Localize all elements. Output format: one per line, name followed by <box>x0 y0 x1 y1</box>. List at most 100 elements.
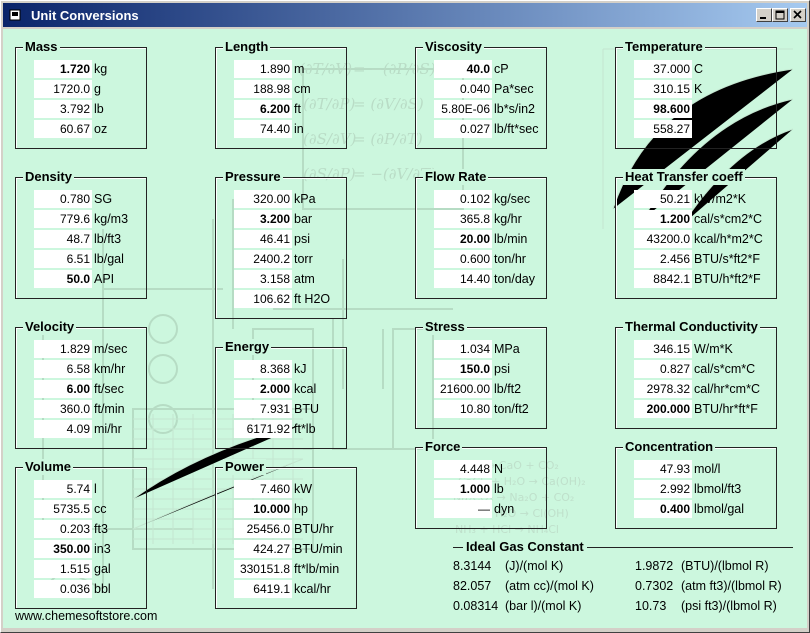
length-value-field[interactable]: 74.40 <box>234 120 292 138</box>
force-value-field[interactable]: 4.448 <box>434 460 492 478</box>
thermal-value-field[interactable]: 0.827 <box>634 360 692 378</box>
heattransfer-unit-label: kW/m2*K <box>694 192 747 206</box>
mass-value-field[interactable]: 1.720 <box>34 60 92 78</box>
velocity-unit-label: ft/sec <box>94 382 124 396</box>
energy-value-field[interactable]: 7.931 <box>234 400 292 418</box>
heattransfer-value-field[interactable]: 2.456 <box>634 250 692 268</box>
flowrate-value-field[interactable]: 14.40 <box>434 270 492 288</box>
temperature-value-field[interactable]: 37.000 <box>634 60 692 78</box>
heattransfer-value-field[interactable]: 1.200 <box>634 210 692 228</box>
force-unit-label: lb <box>494 482 504 496</box>
force-value-field[interactable]: — <box>434 500 492 518</box>
energy-value-field[interactable]: 2.000 <box>234 380 292 398</box>
velocity-value-field[interactable]: 1.829 <box>34 340 92 358</box>
temperature-value-field[interactable]: 98.600 <box>634 100 692 118</box>
viscosity-value-field[interactable]: 0.040 <box>434 80 492 98</box>
energy-value-field[interactable]: 6171.92 <box>234 420 292 438</box>
concentration-unit-label: mol/l <box>694 462 721 476</box>
density-value-field[interactable]: 0.780 <box>34 190 92 208</box>
viscosity-value-field[interactable]: 5.80E-06 <box>434 100 492 118</box>
length-unit-label: ft <box>294 102 301 116</box>
pressure-value-field[interactable]: 106.62 <box>234 290 292 308</box>
viscosity-value-field[interactable]: 40.0 <box>434 60 492 78</box>
minimize-button[interactable] <box>756 8 772 22</box>
volume-value-field[interactable]: 1.515 <box>34 560 92 578</box>
velocity-value-field[interactable]: 360.0 <box>34 400 92 418</box>
density-value-field[interactable]: 50.0 <box>34 270 92 288</box>
length-value-field[interactable]: 188.98 <box>234 80 292 98</box>
pressure-unit-label: kPa <box>294 192 316 206</box>
stress-value-field[interactable]: 150.0 <box>434 360 492 378</box>
thermal-value-field[interactable]: 200.000 <box>634 400 692 418</box>
pressure-value-field[interactable]: 46.41 <box>234 230 292 248</box>
heattransfer-unit-label: BTU/h*ft2*F <box>694 272 761 286</box>
concentration-value-field[interactable]: 0.400 <box>634 500 692 518</box>
density-value-field[interactable]: 779.6 <box>34 210 92 228</box>
length-value-field[interactable]: 6.200 <box>234 100 292 118</box>
flowrate-value-field[interactable]: 20.00 <box>434 230 492 248</box>
heattransfer-value-field[interactable]: 50.21 <box>634 190 692 208</box>
volume-value-field[interactable]: 5735.5 <box>34 500 92 518</box>
maximize-button[interactable] <box>772 8 788 22</box>
heattransfer-title: Heat Transfer coeff <box>623 169 745 185</box>
concentration-value-field[interactable]: 47.93 <box>634 460 692 478</box>
temperature-value-field[interactable]: 310.15 <box>634 80 692 98</box>
ideal-gas-value: 0.08314 <box>453 599 499 613</box>
heattransfer-value-field[interactable]: 8842.1 <box>634 270 692 288</box>
density-value-field[interactable]: 6.51 <box>34 250 92 268</box>
flowrate-value-field[interactable]: 0.102 <box>434 190 492 208</box>
volume-value-field[interactable]: 0.203 <box>34 520 92 538</box>
close-button[interactable] <box>790 8 806 22</box>
energy-unit-label: kcal <box>294 382 317 396</box>
heattransfer-value-field[interactable]: 43200.0 <box>634 230 692 248</box>
power-value-field[interactable]: 10.000 <box>234 500 292 518</box>
website-link[interactable]: www.chemesoftstore.com <box>15 609 157 623</box>
force-unit-label: dyn <box>494 502 515 516</box>
temperature-value-field[interactable]: 558.27 <box>634 120 692 138</box>
volume-value-field[interactable]: 0.036 <box>34 580 92 598</box>
stress-value-field[interactable]: 21600.00 <box>434 380 492 398</box>
pressure-value-field[interactable]: 2400.2 <box>234 250 292 268</box>
velocity-value-field[interactable]: 4.09 <box>34 420 92 438</box>
power-value-field[interactable]: 330151.8 <box>234 560 292 578</box>
viscosity-value-field[interactable]: 0.027 <box>434 120 492 138</box>
flowrate-unit-label: kg/hr <box>494 212 522 226</box>
title-bar[interactable]: Unit Conversions <box>3 3 807 27</box>
thermal-value-field[interactable]: 346.15 <box>634 340 692 358</box>
flowrate-value-field[interactable]: 365.8 <box>434 210 492 228</box>
density-value-field[interactable]: 48.7 <box>34 230 92 248</box>
mass-value-field[interactable]: 1720.0 <box>34 80 92 98</box>
heattransfer-unit-label: BTU/s*ft2*F <box>694 252 760 266</box>
concentration-value-field[interactable]: 2.992 <box>634 480 692 498</box>
velocity-value-field[interactable]: 6.00 <box>34 380 92 398</box>
mass-unit-label: g <box>94 82 101 96</box>
volume-value-field[interactable]: 5.74 <box>34 480 92 498</box>
heattransfer-group: Heat Transfer coeff 50.21 kW/m2*K 1.200 cal/… <box>615 169 777 299</box>
svg-text:= (∂P/∂T): = (∂P/∂T) <box>353 130 423 148</box>
force-value-field[interactable]: 1.000 <box>434 480 492 498</box>
energy-title: Energy <box>223 339 272 355</box>
mass-value-field[interactable]: 3.792 <box>34 100 92 118</box>
stress-value-field[interactable]: 10.80 <box>434 400 492 418</box>
power-value-field[interactable]: 7.460 <box>234 480 292 498</box>
flowrate-value-field[interactable]: 0.600 <box>434 250 492 268</box>
viscosity-title: Viscosity <box>423 39 484 55</box>
flowrate-unit-label: ton/day <box>494 272 536 286</box>
pressure-value-field[interactable]: 3.200 <box>234 210 292 228</box>
length-value-field[interactable]: 1.890 <box>234 60 292 78</box>
energy-value-field[interactable]: 8.368 <box>234 360 292 378</box>
mass-value-field[interactable]: 60.67 <box>34 120 92 138</box>
pressure-value-field[interactable]: 320.00 <box>234 190 292 208</box>
volume-value-field[interactable]: 350.00 <box>34 540 92 558</box>
pressure-unit-label: atm <box>294 272 315 286</box>
pressure-value-field[interactable]: 3.158 <box>234 270 292 288</box>
stress-value-field[interactable]: 1.034 <box>434 340 492 358</box>
viscosity-unit-label: lb/ft*sec <box>494 122 539 136</box>
power-value-field[interactable]: 6419.1 <box>234 580 292 598</box>
flowrate-unit-label: kg/sec <box>494 192 531 206</box>
thermal-value-field[interactable]: 2978.32 <box>634 380 692 398</box>
power-value-field[interactable]: 25456.0 <box>234 520 292 538</box>
velocity-value-field[interactable]: 6.58 <box>34 360 92 378</box>
power-value-field[interactable]: 424.27 <box>234 540 292 558</box>
ideal-gas-value: 8.3144 <box>453 559 492 573</box>
